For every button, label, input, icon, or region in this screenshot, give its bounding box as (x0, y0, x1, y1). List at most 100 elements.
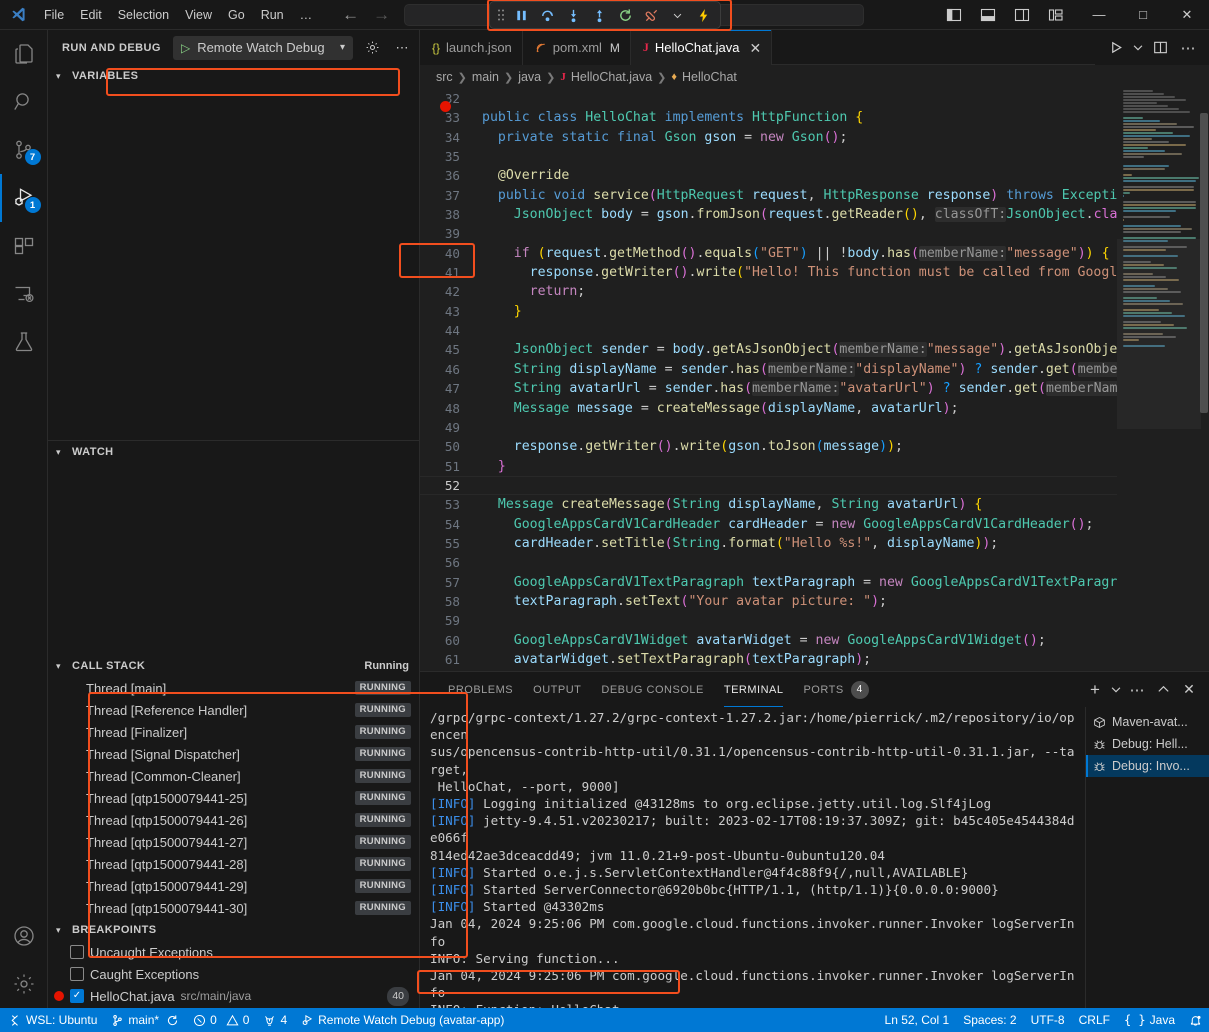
breadcrumb-main[interactable]: main (472, 70, 499, 84)
list-item[interactable]: ✓ HelloChat.java src/main/java 40 (48, 985, 419, 1007)
menu-view[interactable]: View (177, 5, 220, 25)
sidebar-item-search[interactable] (0, 78, 48, 126)
notifications-bell[interactable] (1182, 1008, 1209, 1032)
sidebar-item-testing[interactable] (0, 318, 48, 366)
tab-terminal[interactable]: TERMINAL (714, 672, 794, 707)
scrollbar-thumb[interactable] (1200, 113, 1208, 413)
ellipsis-icon[interactable]: ⋯ (391, 37, 413, 59)
layout-sidebar-left-icon[interactable] (939, 2, 969, 28)
table-row[interactable]: Thread [qtp1500079441-25]RUNNING (48, 787, 419, 809)
debug-disconnect-icon[interactable] (638, 3, 664, 27)
arrow-right-icon[interactable]: → (373, 6, 390, 23)
table-row[interactable]: Thread [qtp1500079441-30]RUNNING (48, 897, 419, 919)
step-out-button[interactable] (586, 3, 612, 27)
close-button[interactable]: ✕ (1165, 0, 1209, 30)
table-row[interactable]: Thread [Reference Handler]RUNNING (48, 699, 419, 721)
plus-icon[interactable]: + (1083, 678, 1107, 702)
step-into-button[interactable] (560, 3, 586, 27)
table-row[interactable]: Thread [qtp1500079441-29]RUNNING (48, 875, 419, 897)
split-editor-button[interactable] (1147, 35, 1173, 61)
layout-sidebar-right-icon[interactable] (1007, 2, 1037, 28)
breadcrumb-symbol[interactable]: HelloChat (682, 70, 737, 84)
checkbox[interactable] (70, 945, 84, 959)
table-row[interactable]: Thread [Common-Cleaner]RUNNING (48, 765, 419, 787)
checkbox[interactable]: ✓ (70, 989, 84, 1003)
terminal-item-debug-invoker[interactable]: Debug: Invo... (1086, 755, 1209, 777)
variables-section-header[interactable]: ▾ VARIABLES (48, 65, 419, 87)
breadcrumb-src[interactable]: src (436, 70, 453, 84)
terminal-item-debug-hello[interactable]: Debug: Hell... (1086, 733, 1209, 755)
chevron-up-icon[interactable] (1151, 678, 1175, 702)
call-stack-section-header[interactable]: ▾ CALL STACK Running (48, 655, 419, 677)
minimize-button[interactable]: — (1077, 0, 1121, 30)
accounts-button[interactable] (0, 912, 48, 960)
encoding[interactable]: UTF-8 (1024, 1008, 1072, 1032)
tab-ports[interactable]: PORTS 4 (793, 672, 878, 707)
code-scroll-area[interactable]: 3233public class HelloChat implements Ht… (420, 89, 1117, 671)
gear-icon[interactable] (361, 37, 383, 59)
cursor-position[interactable]: Ln 52, Col 1 (878, 1008, 957, 1032)
menu-go[interactable]: Go (220, 5, 253, 25)
breakpoint-glyph-icon[interactable] (440, 101, 451, 112)
eol[interactable]: CRLF (1072, 1008, 1117, 1032)
table-row[interactable]: Thread [qtp1500079441-27]RUNNING (48, 831, 419, 853)
sidebar-item-run-and-debug[interactable]: 1 (0, 174, 48, 222)
launch-config-dropdown[interactable]: ▷ Remote Watch Debug ▾ (173, 36, 353, 60)
minimap-slider[interactable] (1117, 239, 1201, 429)
editor-more-actions[interactable]: ⋯ (1175, 35, 1201, 61)
layout-panel-icon[interactable] (973, 2, 1003, 28)
ports-indicator[interactable]: 4 (256, 1008, 294, 1032)
panel-more-actions[interactable]: ⋯ (1125, 678, 1149, 702)
tab-output[interactable]: OUTPUT (523, 672, 591, 707)
problems-indicator[interactable]: 0 0 (186, 1008, 256, 1032)
lightning-bolt-icon[interactable] (690, 3, 716, 27)
grip-dots-icon[interactable] (494, 3, 508, 27)
table-row[interactable]: Thread [qtp1500079441-26]RUNNING (48, 809, 419, 831)
sync-icon[interactable] (166, 1014, 179, 1027)
terminal-output[interactable]: /grpc/grpc-context/1.27.2/grpc-context-1… (420, 707, 1085, 1008)
watch-section-header[interactable]: ▾ WATCH (48, 441, 419, 463)
breakpoints-section-header[interactable]: ▾ BREAKPOINTS (48, 919, 419, 941)
gear-icon[interactable] (0, 960, 48, 1008)
chevron-down-icon[interactable] (664, 3, 690, 27)
branch-indicator[interactable]: main* (104, 1008, 186, 1032)
indentation[interactable]: Spaces: 2 (956, 1008, 1023, 1032)
table-row[interactable]: Thread [qtp1500079441-28]RUNNING (48, 853, 419, 875)
close-icon[interactable]: ✕ (1177, 678, 1201, 702)
arrow-left-icon[interactable]: ← (342, 6, 359, 23)
tab-pom-xml[interactable]: pom.xml M (523, 30, 631, 65)
menu-run[interactable]: Run (253, 5, 292, 25)
layout-grid-icon[interactable] (1041, 2, 1071, 28)
tab-launch-json[interactable]: {} launch.json (420, 30, 523, 65)
debug-session-indicator[interactable]: Remote Watch Debug (avatar-app) (294, 1008, 511, 1032)
menu-edit[interactable]: Edit (72, 5, 110, 25)
breadcrumb-java[interactable]: java (518, 70, 541, 84)
sidebar-item-explorer[interactable] (0, 30, 48, 78)
close-icon[interactable]: ✕ (749, 41, 761, 55)
run-file-button[interactable] (1103, 35, 1129, 61)
chevron-down-icon[interactable] (1131, 35, 1145, 61)
list-item[interactable]: Uncaught Exceptions (48, 941, 419, 963)
tab-hellochat-java[interactable]: J HelloChat.java ✕ (631, 30, 772, 65)
tab-problems[interactable]: PROBLEMS (438, 672, 523, 707)
table-row[interactable]: Thread [Finalizer]RUNNING (48, 721, 419, 743)
step-over-button[interactable] (534, 3, 560, 27)
menu-selection[interactable]: Selection (110, 5, 177, 25)
chevron-down-icon[interactable] (1109, 678, 1123, 702)
table-row[interactable]: Thread [Signal Dispatcher]RUNNING (48, 743, 419, 765)
maximize-button[interactable]: □ (1121, 0, 1165, 30)
language-mode[interactable]: { } Java (1117, 1008, 1182, 1032)
remote-indicator[interactable]: WSL: Ubuntu (0, 1008, 104, 1032)
pause-button[interactable] (508, 3, 534, 27)
table-row[interactable]: Thread [main]RUNNING (48, 677, 419, 699)
restart-button[interactable] (612, 3, 638, 27)
minimap[interactable] (1117, 89, 1209, 671)
sidebar-item-remote-explorer[interactable] (0, 270, 48, 318)
tab-debug-console[interactable]: DEBUG CONSOLE (591, 672, 713, 707)
sidebar-item-extensions[interactable] (0, 222, 48, 270)
menu-file[interactable]: File (36, 5, 72, 25)
breadcrumb-file[interactable]: HelloChat.java (571, 70, 652, 84)
terminal-item-maven[interactable]: Maven-avat... (1086, 711, 1209, 733)
checkbox[interactable] (70, 967, 84, 981)
list-item[interactable]: Caught Exceptions (48, 963, 419, 985)
